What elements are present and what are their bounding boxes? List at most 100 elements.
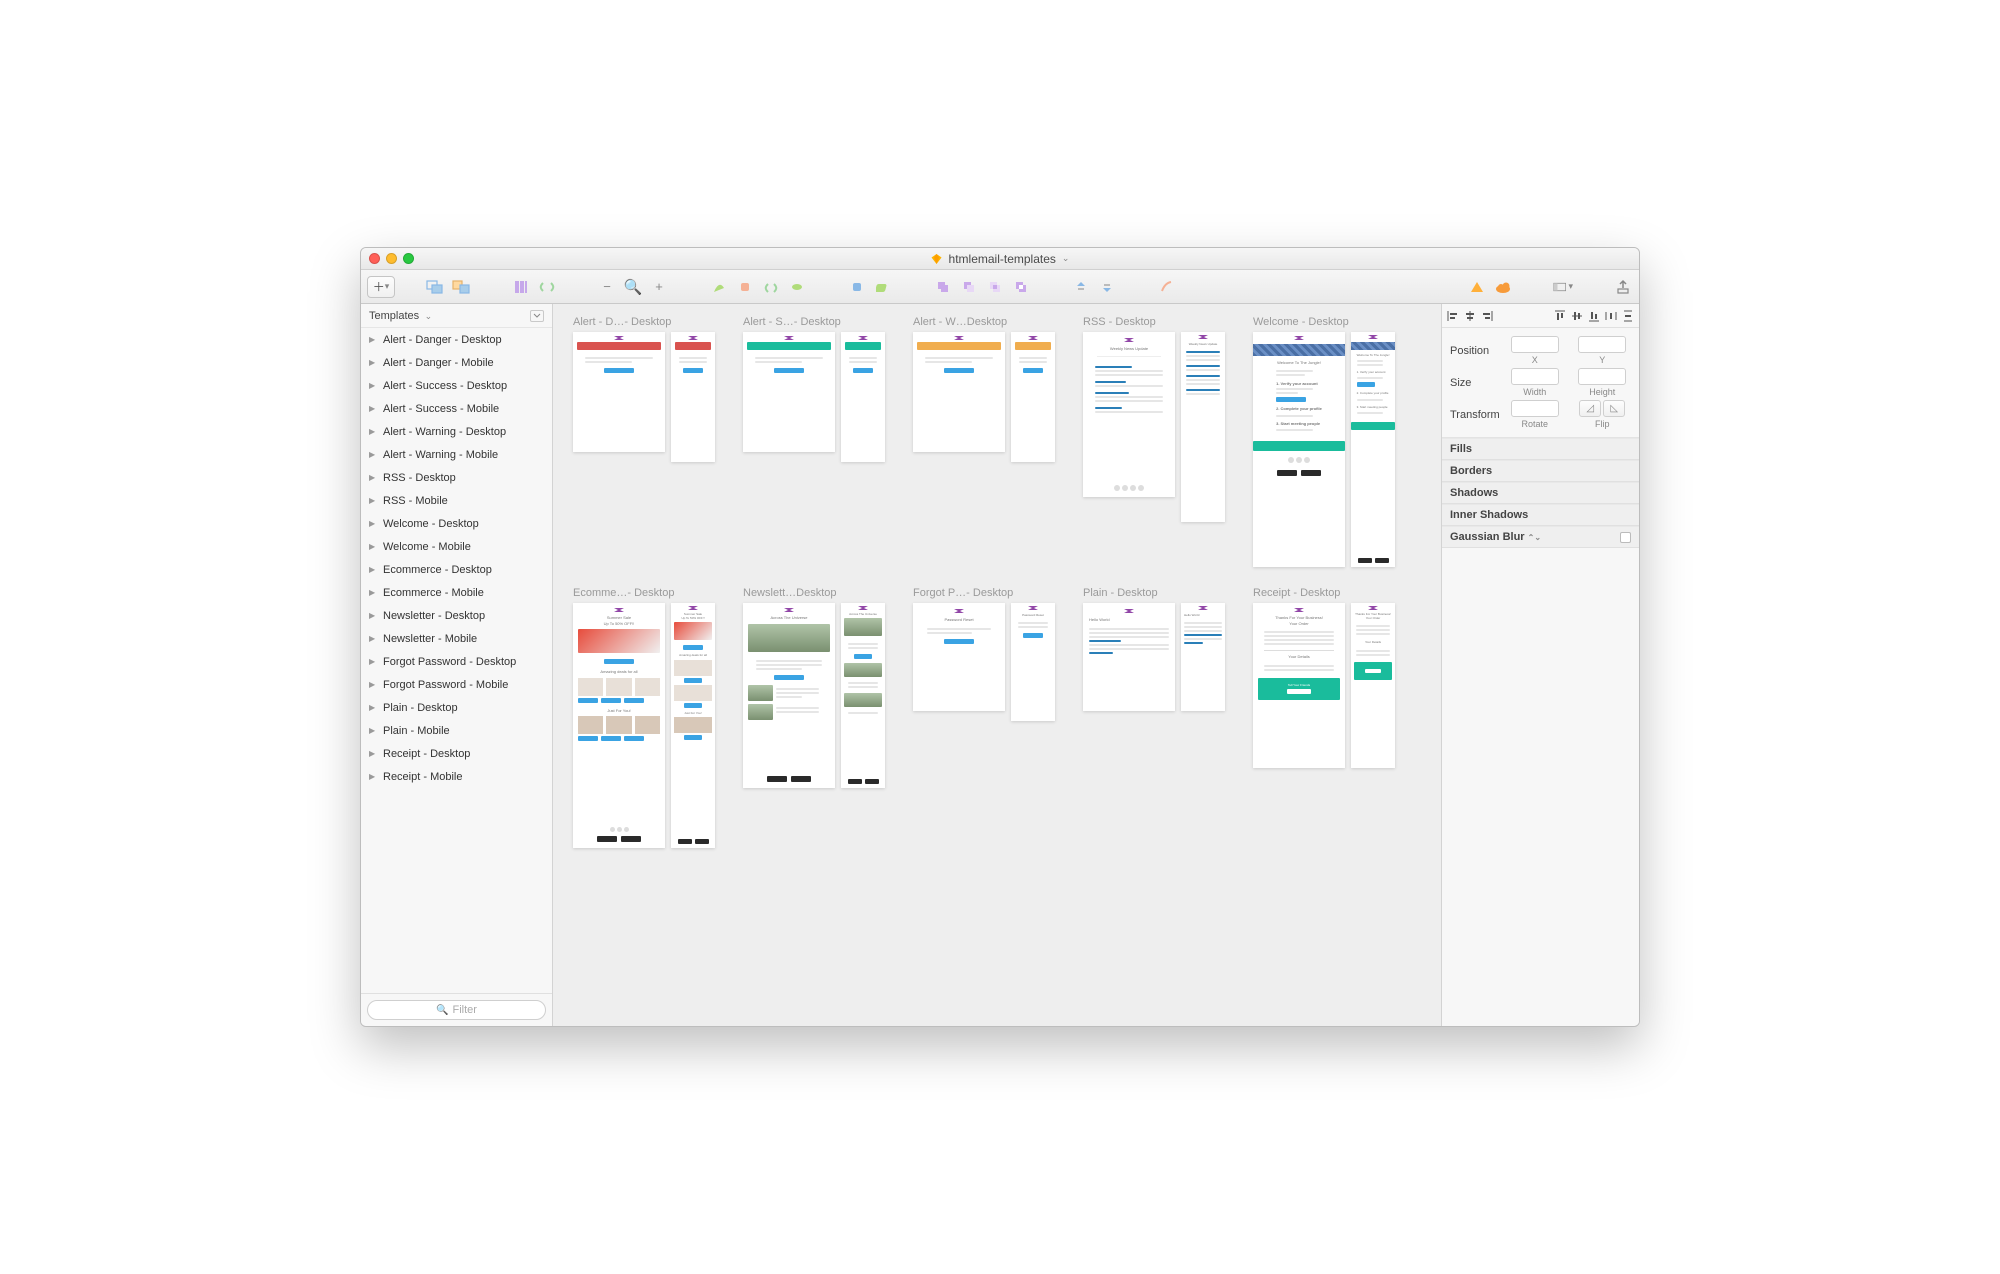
- layer-item[interactable]: ▶Plain - Mobile: [361, 719, 552, 742]
- collapse-icon[interactable]: [530, 310, 544, 322]
- layer-item[interactable]: ▶Receipt - Desktop: [361, 742, 552, 765]
- forward-icon[interactable]: [1071, 277, 1091, 297]
- inner-shadows-section-header[interactable]: Inner Shadows: [1442, 504, 1639, 526]
- layer-item[interactable]: ▶Alert - Warning - Mobile: [361, 443, 552, 466]
- layer-item[interactable]: ▶Welcome - Mobile: [361, 535, 552, 558]
- flip-v-button[interactable]: ◺: [1603, 400, 1625, 417]
- layer-item[interactable]: ▶Plain - Desktop: [361, 696, 552, 719]
- zoom-out-icon[interactable]: −: [597, 277, 617, 297]
- distribute-h-icon[interactable]: [1604, 309, 1618, 323]
- disclosure-triangle-icon[interactable]: ▶: [369, 450, 377, 459]
- create-symbol-icon[interactable]: [511, 277, 531, 297]
- disclosure-triangle-icon[interactable]: ▶: [369, 680, 377, 689]
- distribute-v-icon[interactable]: [1621, 309, 1635, 323]
- artboard-alert-danger[interactable]: Alert - D…- Desktop: [573, 316, 715, 567]
- layer-item[interactable]: ▶Alert - Success - Desktop: [361, 374, 552, 397]
- canvas[interactable]: Alert - D…- Desktop Alert - S…- Desktop …: [553, 304, 1441, 1026]
- sidebar-header[interactable]: Templates ⌄: [361, 304, 552, 328]
- disclosure-triangle-icon[interactable]: ▶: [369, 703, 377, 712]
- edit-icon-4[interactable]: [787, 277, 807, 297]
- insert-button[interactable]: ＋▾: [367, 276, 395, 298]
- disclosure-triangle-icon[interactable]: ▶: [369, 634, 377, 643]
- close-button[interactable]: [369, 253, 380, 264]
- minimize-button[interactable]: [386, 253, 397, 264]
- layer-item[interactable]: ▶Forgot Password - Desktop: [361, 650, 552, 673]
- flip-h-button[interactable]: ◿: [1579, 400, 1601, 417]
- height-input[interactable]: [1578, 368, 1626, 385]
- disclosure-triangle-icon[interactable]: ▶: [369, 657, 377, 666]
- disclosure-triangle-icon[interactable]: ▶: [369, 358, 377, 367]
- disclosure-triangle-icon[interactable]: ▶: [369, 335, 377, 344]
- filter-input[interactable]: 🔍 Filter: [367, 1000, 546, 1020]
- artboard-newsletter[interactable]: Newslett…Desktop Across The Universe Acr…: [743, 587, 885, 848]
- intersect-icon[interactable]: [985, 277, 1005, 297]
- document-title[interactable]: htmlemail-templates ⌄: [931, 252, 1070, 266]
- borders-section-header[interactable]: Borders: [1442, 460, 1639, 482]
- disclosure-triangle-icon[interactable]: ▶: [369, 496, 377, 505]
- group-icon[interactable]: [425, 277, 445, 297]
- rotate-input[interactable]: [1511, 400, 1559, 417]
- layer-item[interactable]: ▶Receipt - Mobile: [361, 765, 552, 788]
- width-input[interactable]: [1511, 368, 1559, 385]
- layer-item[interactable]: ▶Alert - Danger - Mobile: [361, 351, 552, 374]
- disclosure-triangle-icon[interactable]: ▶: [369, 404, 377, 413]
- align-right-icon[interactable]: [1480, 309, 1494, 323]
- layer-item[interactable]: ▶Alert - Warning - Desktop: [361, 420, 552, 443]
- layer-item[interactable]: ▶Ecommerce - Mobile: [361, 581, 552, 604]
- detach-symbol-icon[interactable]: [537, 277, 557, 297]
- backward-icon[interactable]: [1097, 277, 1117, 297]
- align-vcenter-icon[interactable]: [1570, 309, 1584, 323]
- disclosure-triangle-icon[interactable]: ▶: [369, 519, 377, 528]
- artboard-alert-success[interactable]: Alert - S…- Desktop: [743, 316, 885, 567]
- cloud-icon[interactable]: [1493, 277, 1513, 297]
- gaussian-blur-section-header[interactable]: Gaussian Blur ⌃⌄: [1442, 526, 1639, 548]
- disclosure-triangle-icon[interactable]: ▶: [369, 726, 377, 735]
- edit-icon-3[interactable]: [761, 277, 781, 297]
- disclosure-triangle-icon[interactable]: ▶: [369, 772, 377, 781]
- view-icon[interactable]: ▾: [1553, 277, 1573, 297]
- union-icon[interactable]: [933, 277, 953, 297]
- artboard-rss[interactable]: RSS - Desktop Weekly News Update Weekly …: [1083, 316, 1225, 567]
- scissors-icon[interactable]: [1157, 277, 1177, 297]
- mirror-icon[interactable]: [1467, 277, 1487, 297]
- disclosure-triangle-icon[interactable]: ▶: [369, 473, 377, 482]
- edit-icon-1[interactable]: [709, 277, 729, 297]
- artboard-alert-warning[interactable]: Alert - W…Desktop: [913, 316, 1055, 567]
- layer-item[interactable]: ▶RSS - Mobile: [361, 489, 552, 512]
- zoom-in-icon[interactable]: +: [649, 277, 669, 297]
- disclosure-triangle-icon[interactable]: ▶: [369, 427, 377, 436]
- position-x-input[interactable]: [1511, 336, 1559, 353]
- rotate-icon[interactable]: [847, 277, 867, 297]
- artboard-forgot-password[interactable]: Forgot P…- Desktop Password Reset Passwo…: [913, 587, 1055, 848]
- transform-icon[interactable]: [873, 277, 893, 297]
- export-icon[interactable]: [1613, 277, 1633, 297]
- disclosure-triangle-icon[interactable]: ▶: [369, 565, 377, 574]
- fills-section-header[interactable]: Fills: [1442, 438, 1639, 460]
- artboard-ecommerce[interactable]: Ecomme…- Desktop Summer SaleUp To 50% OF…: [573, 587, 715, 848]
- disclosure-triangle-icon[interactable]: ▶: [369, 611, 377, 620]
- artboard-receipt[interactable]: Receipt - Desktop Thanks For Your Busine…: [1253, 587, 1395, 848]
- layer-item[interactable]: ▶Forgot Password - Mobile: [361, 673, 552, 696]
- disclosure-triangle-icon[interactable]: ▶: [369, 749, 377, 758]
- layer-item[interactable]: ▶Alert - Danger - Desktop: [361, 328, 552, 351]
- align-left-icon[interactable]: [1446, 309, 1460, 323]
- difference-icon[interactable]: [1011, 277, 1031, 297]
- ungroup-icon[interactable]: [451, 277, 471, 297]
- edit-icon-2[interactable]: [735, 277, 755, 297]
- layer-item[interactable]: ▶Newsletter - Desktop: [361, 604, 552, 627]
- subtract-icon[interactable]: [959, 277, 979, 297]
- zoom-search-icon[interactable]: 🔍: [623, 277, 643, 297]
- align-bottom-icon[interactable]: [1587, 309, 1601, 323]
- shadows-section-header[interactable]: Shadows: [1442, 482, 1639, 504]
- layer-item[interactable]: ▶Ecommerce - Desktop: [361, 558, 552, 581]
- artboard-plain[interactable]: Plain - Desktop Hello World Hello World: [1083, 587, 1225, 848]
- disclosure-triangle-icon[interactable]: ▶: [369, 542, 377, 551]
- zoom-button[interactable]: [403, 253, 414, 264]
- blur-checkbox[interactable]: [1620, 532, 1631, 543]
- layer-item[interactable]: ▶RSS - Desktop: [361, 466, 552, 489]
- disclosure-triangle-icon[interactable]: ▶: [369, 381, 377, 390]
- artboard-welcome[interactable]: Welcome - Desktop Welcome To The Jungle!…: [1253, 316, 1395, 567]
- align-hcenter-icon[interactable]: [1463, 309, 1477, 323]
- layer-item[interactable]: ▶Welcome - Desktop: [361, 512, 552, 535]
- align-top-icon[interactable]: [1553, 309, 1567, 323]
